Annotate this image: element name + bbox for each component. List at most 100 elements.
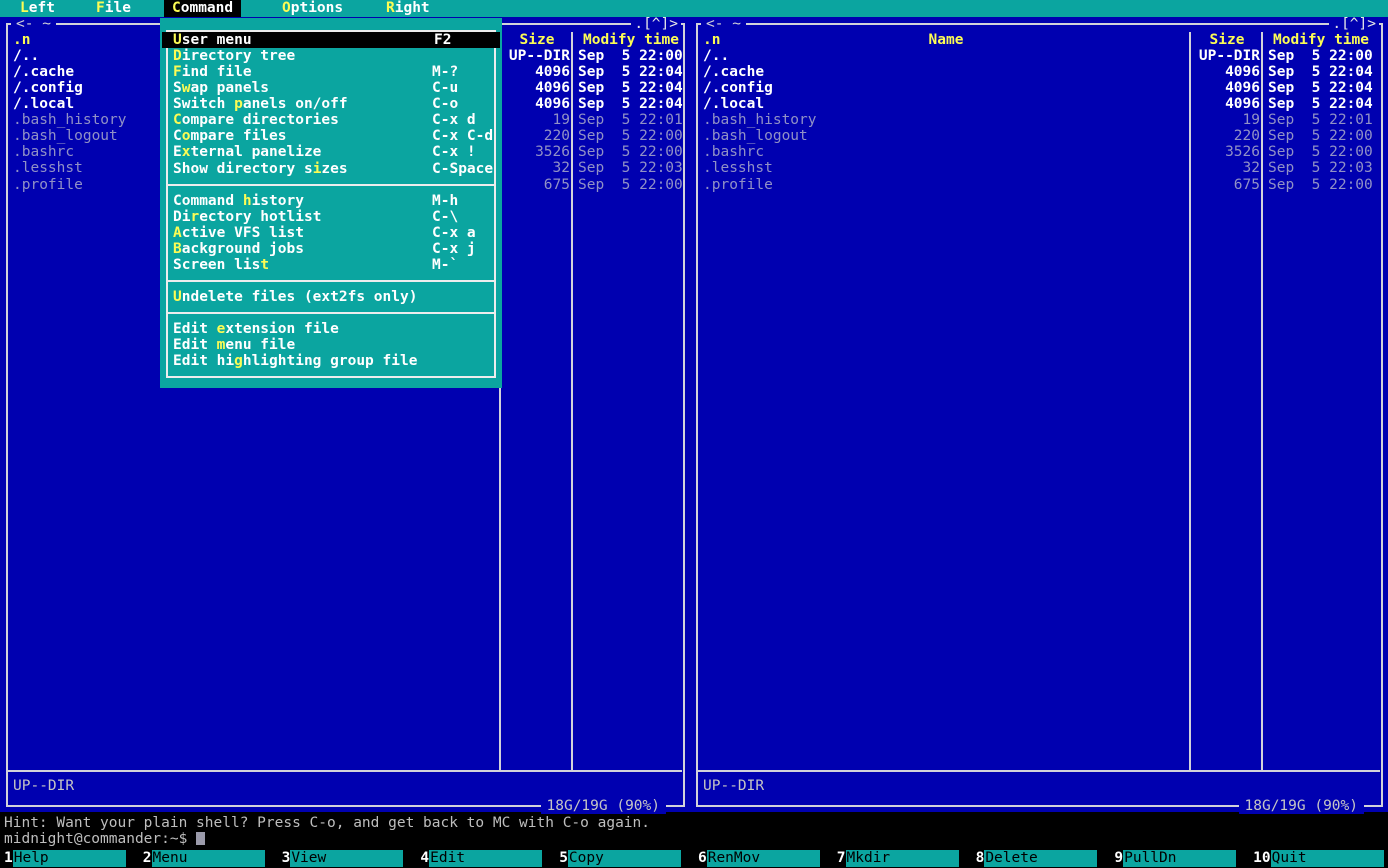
fkey-menu[interactable]: 2Menu — [139, 850, 278, 867]
menubar-item-left[interactable]: Left — [20, 0, 55, 17]
column-header-size[interactable]: Size — [1194, 32, 1260, 48]
column-header-mtime[interactable]: Modify time — [1268, 32, 1374, 48]
shortcut: F2 — [434, 32, 451, 48]
fkey-copy[interactable]: 5Copy — [555, 850, 694, 867]
menu-item-switch-panels-on-off[interactable]: Switch panels on/offC-o — [160, 96, 502, 112]
file-size: 4096 — [1194, 64, 1260, 80]
column-header-name[interactable]: Name — [703, 32, 1189, 48]
file-name: /.config — [13, 80, 83, 96]
file-name: .bashrc — [703, 144, 764, 160]
command-menu-dropdown: User menuF2 Directory tree Find fileM-? … — [160, 18, 502, 388]
file-name: .bashrc — [13, 144, 74, 160]
file-row[interactable]: /.cache4096Sep 5 22:04 — [690, 64, 1388, 80]
menu-item-directory-hotlist[interactable]: Directory hotlistC-\ — [160, 209, 502, 225]
menu-item-screen-list[interactable]: Screen listM-` — [160, 257, 502, 273]
shortcut: M-` — [432, 257, 458, 273]
file-mtime: Sep 5 22:01 — [1268, 112, 1373, 128]
file-mtime: Sep 5 22:03 — [1268, 160, 1373, 176]
function-key-bar: 1Help 2Menu 3View 4Edit 5Copy 6RenMov 7M… — [0, 850, 1388, 868]
menu-item-external-panelize[interactable]: External panelizeC-x ! — [160, 144, 502, 160]
menu-list: User menuF2 Directory tree Find fileM-? … — [160, 32, 502, 369]
menu-item-active-vfs-list[interactable]: Active VFS listC-x a — [160, 225, 502, 241]
file-size: 32 — [1194, 160, 1260, 176]
shortcut: C-x ! — [432, 144, 476, 160]
file-size: 220 — [504, 128, 570, 144]
file-mtime: Sep 5 22:00 — [1268, 144, 1373, 160]
menu-item-command-history[interactable]: Command historyM-h — [160, 193, 502, 209]
shortcut: C-o — [432, 96, 458, 112]
file-row[interactable]: .bash_history19Sep 5 22:01 — [690, 112, 1388, 128]
fkey-delete[interactable]: 8Delete — [972, 850, 1111, 867]
fkey-pulldn[interactable]: 9PullDn — [1110, 850, 1249, 867]
file-row[interactable]: /.local4096Sep 5 22:04 — [690, 96, 1388, 112]
menu-item-undelete-files[interactable]: Undelete files (ext2fs only) — [160, 289, 502, 305]
file-mtime: Sep 5 22:00 — [578, 48, 683, 64]
terminal-cursor — [196, 832, 205, 845]
menu-item-user-menu[interactable]: User menuF2 — [162, 32, 500, 48]
file-name: /.cache — [13, 64, 74, 80]
file-mtime: Sep 5 22:00 — [1268, 128, 1373, 144]
shortcut: M-h — [432, 193, 458, 209]
shortcut: C-\ — [432, 209, 458, 225]
file-row[interactable]: /.. UP--DIR Sep 5 22:00 — [690, 48, 1388, 64]
file-name: .profile — [13, 177, 83, 193]
menubar-item-options[interactable]: Options — [282, 0, 343, 17]
fkey-edit[interactable]: 4Edit — [416, 850, 555, 867]
mini-status: UP--DIR — [13, 778, 74, 794]
file-name: .bash_history — [13, 112, 127, 128]
file-name: .lesshst — [703, 160, 773, 176]
shortcut: C-x j — [432, 241, 476, 257]
file-row[interactable]: .profile675Sep 5 22:00 — [690, 177, 1388, 193]
shell-prompt[interactable]: midnight@commander:~$ — [4, 831, 205, 848]
menu-separator — [160, 305, 502, 321]
file-name: /.. — [13, 48, 39, 64]
fkey-view[interactable]: 3View — [278, 850, 417, 867]
menubar-item-right[interactable]: Right — [386, 0, 430, 17]
shortcut: M-? — [432, 64, 458, 80]
menubar-item-file[interactable]: File — [96, 0, 131, 17]
prompt-text: midnight@commander:~$ — [4, 831, 187, 847]
menu-item-directory-tree[interactable]: Directory tree — [160, 48, 502, 64]
file-row[interactable]: .bash_logout220Sep 5 22:00 — [690, 128, 1388, 144]
panel-dotfiles-up-buttons[interactable]: .[^]> — [631, 16, 681, 32]
mini-status-divider — [698, 770, 1380, 772]
file-mtime: Sep 5 22:04 — [578, 96, 683, 112]
panel-dotfiles-up-buttons[interactable]: .[^]> — [1329, 16, 1379, 32]
file-size: UP--DIR — [1194, 48, 1260, 64]
menu-bar: Left File Command Options Right — [0, 0, 1388, 17]
column-header-size[interactable]: Size — [504, 32, 570, 48]
mc-screen: <- ~ .[^]> .n Name Size Modify time /.. U… — [0, 0, 1388, 868]
file-size: 4096 — [1194, 96, 1260, 112]
menu-item-find-file[interactable]: Find fileM-? — [160, 64, 502, 80]
menu-item-compare-files[interactable]: Compare filesC-x C-d — [160, 128, 502, 144]
file-row[interactable]: .lesshst 32 Sep 5 22:03 — [690, 160, 1388, 176]
menu-item-edit-menu-file[interactable]: Edit menu file — [160, 337, 502, 353]
file-mtime: Sep 5 22:04 — [578, 80, 683, 96]
fkey-mkdir[interactable]: 7Mkdir — [833, 850, 972, 867]
mini-status: UP--DIR — [703, 778, 764, 794]
file-mtime: Sep 5 22:00 — [1268, 48, 1373, 64]
file-size: 3526 — [504, 144, 570, 160]
menu-item-edit-extension-file[interactable]: Edit extension file — [160, 321, 502, 337]
file-row[interactable]: .bashrc3526Sep 5 22:00 — [690, 144, 1388, 160]
fkey-renmov[interactable]: 6RenMov — [694, 850, 833, 867]
file-size: 19 — [1194, 112, 1260, 128]
fkey-quit[interactable]: 10Quit — [1249, 850, 1388, 867]
file-name: /.. — [703, 48, 729, 64]
panel-column-headers: .n Name Size Modify time — [690, 32, 1388, 48]
file-list: /.. UP--DIR Sep 5 22:00 /.cache4096Sep 5 2… — [690, 48, 1388, 193]
file-mtime: Sep 5 22:01 — [578, 112, 683, 128]
fkey-help[interactable]: 1Help — [0, 850, 139, 867]
panel-path-history-arrows[interactable]: <- ~ — [11, 16, 56, 32]
menu-item-compare-directories[interactable]: Compare directoriesC-x d — [160, 112, 502, 128]
free-space-indicator: 18G/19G (90%) — [1239, 798, 1365, 814]
column-header-mtime[interactable]: Modify time — [578, 32, 684, 48]
menu-item-background-jobs[interactable]: Background jobsC-x j — [160, 241, 502, 257]
menu-item-edit-highlighting-group-file[interactable]: Edit highlighting group file — [160, 353, 502, 369]
menubar-item-command[interactable]: Command — [164, 0, 241, 17]
file-size: 32 — [504, 160, 570, 176]
menu-item-swap-panels[interactable]: Swap panelsC-u — [160, 80, 502, 96]
panel-path-history-arrows[interactable]: <- ~ — [701, 16, 746, 32]
file-row[interactable]: /.config4096Sep 5 22:04 — [690, 80, 1388, 96]
menu-item-show-directory-sizes[interactable]: Show directory sizesC-Space — [160, 161, 502, 177]
